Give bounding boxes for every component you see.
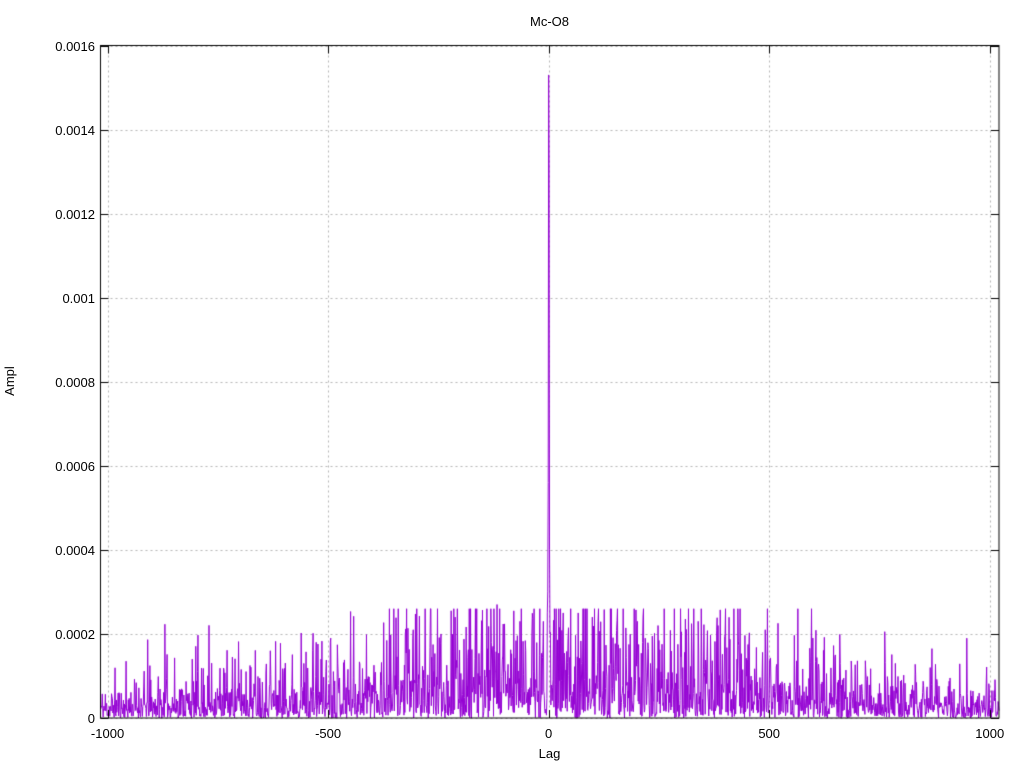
chart: Mc-O8 Lag Ampl -1000 -500 0 500 1000 0 0.0002… [0, 0, 1024, 768]
y-tick-label: 0.0002 [55, 626, 95, 642]
y-tick-label: 0.0016 [55, 38, 95, 54]
y-tick-label: 0.0012 [55, 206, 95, 222]
y-tick-label: 0.0008 [55, 374, 95, 390]
chart-canvas [0, 0, 1024, 768]
chart-title: Mc-O8 [530, 14, 569, 29]
x-tick-label: 0 [545, 726, 553, 741]
x-axis-label: Lag [538, 746, 561, 761]
y-tick-label: 0.0004 [55, 542, 95, 558]
x-tick-label: -1000 [90, 726, 125, 741]
x-tick-label: 1000 [975, 726, 1005, 741]
y-tick-label: 0.0006 [55, 458, 95, 474]
y-tick-label: 0.0014 [55, 122, 95, 138]
x-tick-label: 500 [758, 726, 781, 741]
y-tick-label: 0.001 [62, 290, 95, 306]
x-tick-label: -500 [315, 726, 342, 741]
y-tick-label: 0 [87, 711, 95, 726]
